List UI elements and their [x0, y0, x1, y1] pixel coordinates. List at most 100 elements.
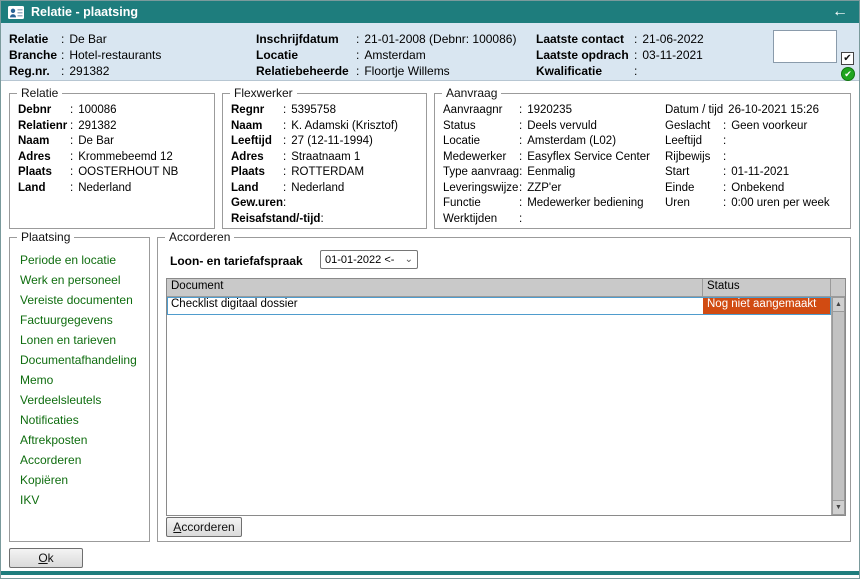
sidebar-item-ikv[interactable]: IKV [10, 490, 149, 510]
field-row: Aanvraagnr : 1920235 [435, 103, 650, 119]
field-label: Land [231, 181, 283, 197]
separator: : [519, 181, 527, 197]
scroll-down-icon[interactable]: ▼ [832, 500, 845, 515]
flexwerker-fields: Regnr : 5395758 Naam : K. Adamski (Krisz… [223, 94, 426, 227]
sidebar-item-documentafhandeling[interactable]: Documentafhandeling [10, 350, 149, 370]
field-label: Geslacht [665, 119, 723, 135]
header-checkbox[interactable]: ✔ [841, 52, 854, 65]
separator: : [70, 165, 78, 181]
header-field: Inschrijfdatum : 21-01-2008 (Debnr: 1000… [256, 31, 516, 47]
table-row[interactable]: Checklist digitaal dossier Nog niet aang… [167, 297, 831, 315]
field-label: Laatste contact [536, 31, 634, 47]
field-row: Medewerker : Easyflex Service Center [435, 150, 650, 166]
status-ok-icon: ✔ [841, 67, 855, 81]
header-field: Locatie : Amsterdam [256, 47, 516, 63]
header-field: Laatste contact : 21-06-2022 [536, 31, 704, 47]
field-label: Relatiebeheerde [256, 63, 356, 79]
header-column-inschrijving: Inschrijfdatum : 21-01-2008 (Debnr: 1000… [256, 31, 516, 79]
loon-tariefafspraak-select[interactable]: 01-01-2022 <- ⌄ [320, 250, 418, 269]
accorderen-button[interactable]: Accorderen [166, 517, 242, 537]
dropdown-selected-value: 01-01-2022 <- [325, 254, 394, 266]
plaatsing-menu: Periode en locatie Werk en personeel Ver… [10, 238, 149, 510]
separator: : [70, 181, 78, 197]
field-label: Adres [231, 150, 283, 166]
header-column-relatie: Relatie : De Bar Branche : Hotel-restaur… [9, 31, 161, 79]
field-label: Inschrijfdatum [256, 31, 356, 47]
field-row: Einde : Onbekend [657, 181, 830, 197]
header-field: Laatste opdrach : 03-11-2021 [536, 47, 704, 63]
separator: : [70, 134, 78, 150]
field-label: Laatste opdrach [536, 47, 634, 63]
separator: : [723, 181, 731, 197]
separator: : [519, 134, 527, 150]
scrollbar-thumb[interactable] [832, 312, 845, 500]
relatie-groupbox: Relatie Debnr : 100086 Relatienr : 29138… [9, 93, 215, 229]
sidebar-item-kopieren[interactable]: Kopiëren [10, 470, 149, 490]
field-row: Land : Nederland [223, 181, 426, 197]
field-label: Einde [665, 181, 723, 197]
field-row: Leeftijd : 27 (12-11-1994) [223, 134, 426, 150]
field-value: Amsterdam [364, 47, 425, 63]
sidebar-item-lonen-en-tarieven[interactable]: Lonen en tarieven [10, 330, 149, 350]
document-cell[interactable]: Checklist digitaal dossier [167, 297, 703, 315]
sidebar-item-factuurgegevens[interactable]: Factuurgegevens [10, 310, 149, 330]
sidebar-item-memo[interactable]: Memo [10, 370, 149, 390]
field-label: Aanvraagnr [443, 103, 519, 119]
groupbox-legend: Plaatsing [17, 230, 74, 244]
sidebar-item-periode-en-locatie[interactable]: Periode en locatie [10, 250, 149, 270]
flexwerker-groupbox: Flexwerker Regnr : 5395758 Naam : K. Ada… [222, 93, 427, 229]
field-label: Leeftijd [231, 134, 283, 150]
field-value: De Bar [78, 134, 114, 150]
field-row: Status : Deels vervuld [435, 119, 650, 135]
button-label: k [48, 551, 54, 565]
column-header-filler [831, 279, 845, 297]
field-value: Onbekend [731, 181, 784, 197]
field-label: Reg.nr. [9, 63, 61, 79]
field-row: Datum / tijd 26-10-2021 15:26 [657, 103, 830, 119]
sidebar-item-accorderen[interactable]: Accorderen [10, 450, 149, 470]
separator: : [283, 150, 291, 166]
field-row: Rijbewijs : [657, 150, 830, 166]
separator: : [283, 165, 291, 181]
field-value: Deels vervuld [527, 119, 597, 135]
header-field: Kwalificatie : [536, 63, 704, 79]
field-row: Uren : 0:00 uren per week [657, 196, 830, 212]
sidebar-item-werk-en-personeel[interactable]: Werk en personeel [10, 270, 149, 290]
field-value: Amsterdam (L02) [527, 134, 616, 150]
ok-button[interactable]: Ok [9, 548, 83, 568]
separator: : [723, 150, 731, 166]
field-row: Plaats : OOSTERHOUT NB [10, 165, 214, 181]
header-field: Reg.nr. : 291382 [9, 63, 161, 79]
separator: : [320, 212, 328, 228]
separator: : [519, 103, 527, 119]
back-arrow-button[interactable]: ← [828, 1, 852, 23]
loon-tariefafspraak-label: Loon- en tariefafspraak [170, 254, 303, 268]
field-row: Locatie : Amsterdam (L02) [435, 134, 650, 150]
window-title: Relatie - plaatsing [31, 5, 828, 19]
field-value: Eenmalig [527, 165, 575, 181]
field-row: Land : Nederland [10, 181, 214, 197]
column-header-status[interactable]: Status [703, 279, 831, 297]
field-value: Hotel-restaurants [69, 47, 161, 63]
table-header-row: Document Status [167, 279, 845, 297]
separator: : [634, 63, 642, 79]
sidebar-item-notificaties[interactable]: Notificaties [10, 410, 149, 430]
separator: : [723, 119, 731, 135]
vertical-scrollbar[interactable]: ▲ ▼ [831, 297, 845, 515]
field-label: Relatienr [18, 119, 70, 135]
separator: : [61, 63, 69, 79]
separator: : [519, 165, 527, 181]
separator: : [61, 31, 69, 47]
sidebar-item-verdeelsleutels[interactable]: Verdeelsleutels [10, 390, 149, 410]
field-label: Leeftijd [665, 134, 723, 150]
field-label: Regnr [231, 103, 283, 119]
sidebar-item-aftrekposten[interactable]: Aftrekposten [10, 430, 149, 450]
separator: : [70, 150, 78, 166]
scroll-up-icon[interactable]: ▲ [832, 297, 845, 312]
sidebar-item-vereiste-documenten[interactable]: Vereiste documenten [10, 290, 149, 310]
separator: : [519, 150, 527, 166]
field-label: Type aanvraag [443, 165, 519, 181]
field-label: Locatie [443, 134, 519, 150]
column-header-document[interactable]: Document [167, 279, 703, 297]
field-row: Plaats : ROTTERDAM [223, 165, 426, 181]
